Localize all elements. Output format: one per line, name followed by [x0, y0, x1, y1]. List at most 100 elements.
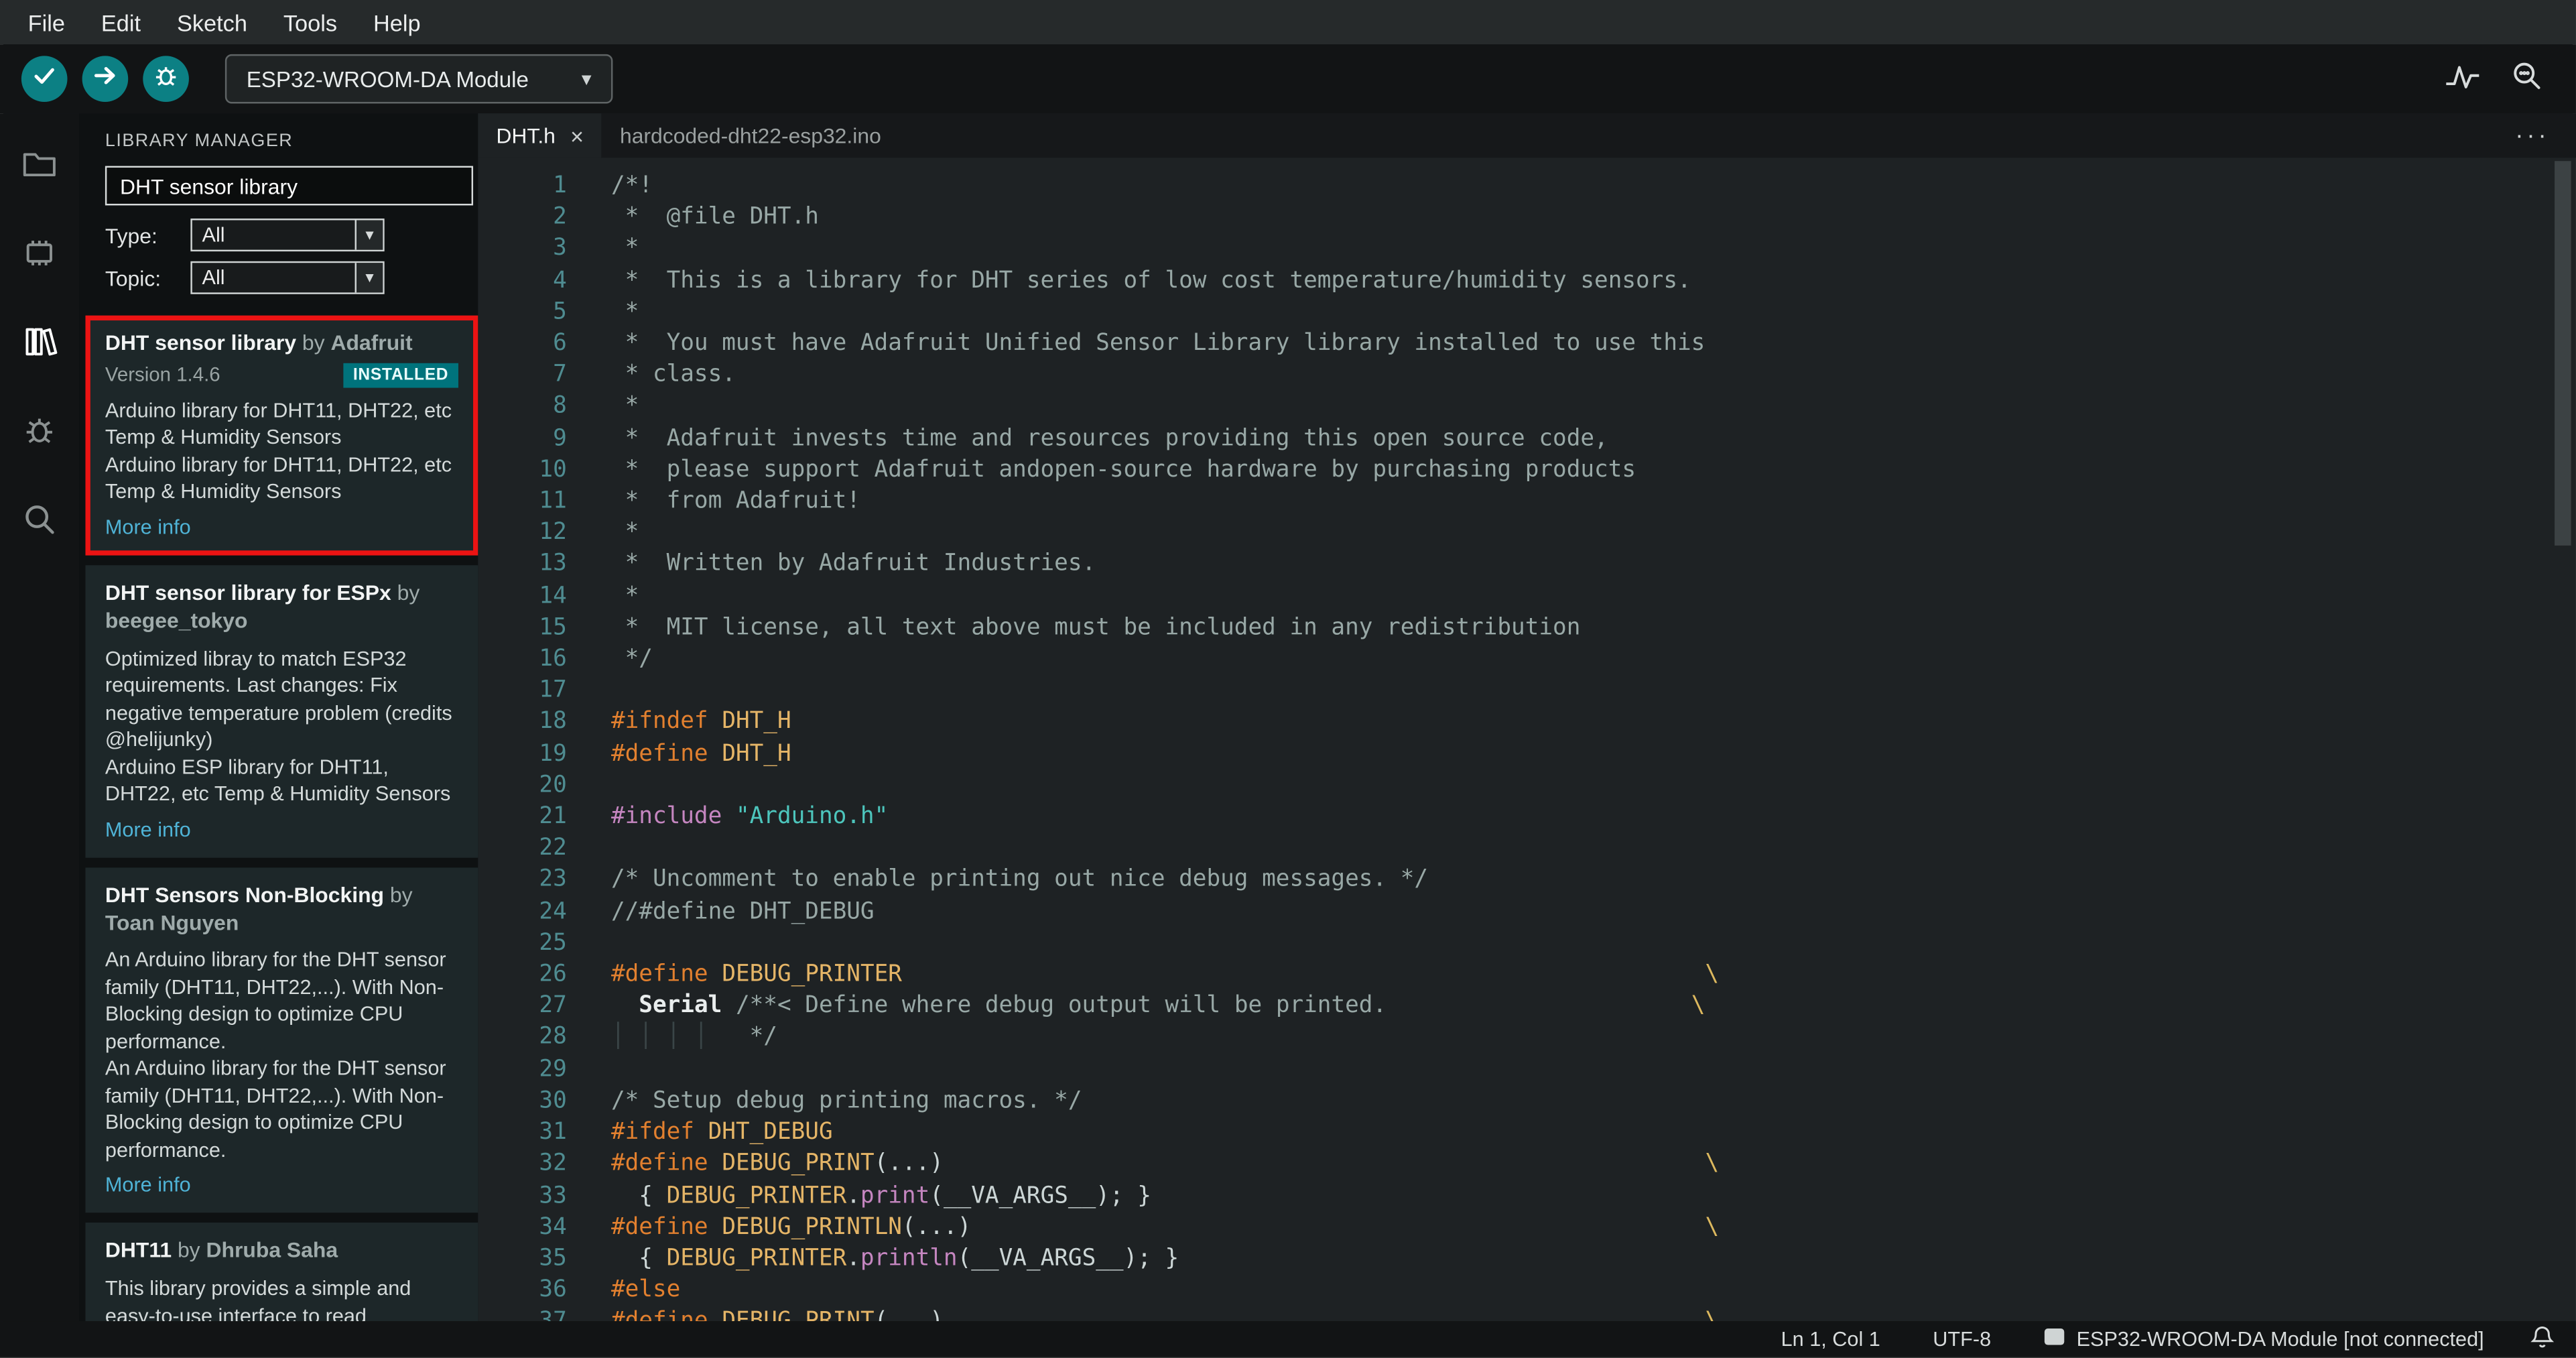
serial-monitor-button[interactable]	[2510, 58, 2543, 99]
code-token: * please support Adafruit andopen-source…	[610, 456, 1636, 483]
code-line[interactable]: 9 * Adafruit invests time and resources …	[478, 424, 2576, 455]
code-text: │ │ │ │ */	[567, 1023, 777, 1054]
board-status[interactable]: ESP32-WROOM-DA Module [not connected]	[2044, 1328, 2484, 1351]
code-line[interactable]: 15 * MIT license, all text above must be…	[478, 613, 2576, 644]
menu-item-sketch[interactable]: Sketch	[159, 3, 265, 42]
code-text: //#define DHT_DEBUG	[567, 897, 875, 928]
code-line[interactable]: 2 * @file DHT.h	[478, 202, 2576, 234]
code-text: *	[567, 234, 639, 265]
code-token: *	[610, 393, 639, 420]
code-token: .	[846, 1245, 860, 1272]
code-line[interactable]: 19 #define DHT_H	[478, 739, 2576, 770]
more-info-link[interactable]: More info	[105, 818, 458, 841]
serial-plotter-button[interactable]	[2445, 60, 2481, 97]
menu-item-edit[interactable]: Edit	[83, 3, 159, 42]
sidebar-item-library-manager[interactable]	[0, 301, 79, 389]
code-editor[interactable]: 1/*! 2 * @file DHT.h 3 * 4 * This is a libr…	[478, 158, 2576, 1321]
tab-hardcoded-dht22-esp32.ino[interactable]: hardcoded-dht22-esp32.ino	[602, 113, 899, 158]
code-token: DEBUG_PRINTER	[666, 1245, 847, 1272]
menu-item-tools[interactable]: Tools	[265, 3, 355, 42]
arrow-right-icon	[92, 62, 118, 96]
debug-button[interactable]	[143, 56, 189, 102]
filter-select-topic[interactable]: All ▾	[190, 261, 385, 294]
code-line[interactable]: 33 { DEBUG_PRINTER.print(__VA_ARGS__); }	[478, 1180, 2576, 1212]
library-item[interactable]: DHT sensor library by Adafruit Version 1.…	[85, 315, 478, 556]
code-line[interactable]: 32 #define DEBUG_PRINT(...) \	[478, 1149, 2576, 1180]
code-text: /* Setup debug printing macros. */	[567, 1086, 1082, 1117]
code-text: #define DHT_H	[567, 739, 791, 770]
library-description: This library provides a simple and easy-…	[105, 1277, 411, 1322]
check-icon	[31, 62, 58, 96]
code-token: DHT_H	[722, 708, 791, 735]
code-line[interactable]: 20	[478, 770, 2576, 802]
filter-value-type: All	[202, 223, 225, 247]
verify-button[interactable]	[21, 56, 68, 102]
line-number: 23	[539, 867, 567, 893]
sidebar-item-sketchbook[interactable]	[0, 123, 79, 212]
code-line[interactable]: 24 //#define DHT_DEBUG	[478, 897, 2576, 928]
code-line[interactable]: 13 * Written by Adafruit Industries.	[478, 550, 2576, 581]
code-token: * class.	[610, 361, 736, 389]
encoding-indicator[interactable]: UTF-8	[1933, 1328, 1991, 1351]
code-text: *	[567, 391, 639, 423]
code-line[interactable]: 3 *	[478, 234, 2576, 265]
line-number: 1	[553, 172, 567, 199]
panel-title: LIBRARY MANAGER	[105, 131, 294, 151]
code-line[interactable]: 6 * You must have Adafruit Unified Senso…	[478, 328, 2576, 360]
code-line[interactable]: 18 #ifndef DHT_H	[478, 707, 2576, 739]
code-token: *	[610, 235, 639, 262]
code-line[interactable]: 8 *	[478, 391, 2576, 423]
library-filters: Type: All ▾ Topic: All ▾	[79, 219, 478, 294]
code-line[interactable]: 10 * please support Adafruit andopen-sou…	[478, 455, 2576, 487]
code-line[interactable]: 35 { DEBUG_PRINTER.println(__VA_ARGS__);…	[478, 1244, 2576, 1276]
code-line[interactable]: 23 /* Uncomment to enable printing out ni…	[478, 865, 2576, 897]
code-line[interactable]: 29	[478, 1054, 2576, 1086]
code-line[interactable]: 31 #ifdef DHT_DEBUG	[478, 1117, 2576, 1149]
sidebar-item-boards-manager[interactable]	[0, 212, 79, 300]
library-item[interactable]: DHT sensor library for ESPx by beegee_to…	[85, 565, 478, 857]
code-line[interactable]: 5 *	[478, 297, 2576, 328]
notifications-bell-button[interactable]	[2530, 1324, 2555, 1354]
code-line[interactable]: 27 Serial /**< Define where debug output…	[478, 991, 2576, 1023]
filter-select-type[interactable]: All ▾	[190, 219, 385, 252]
cursor-position[interactable]: Ln 1, Col 1	[1781, 1328, 1880, 1351]
code-line[interactable]: 30 /* Setup debug printing macros. */	[478, 1086, 2576, 1117]
code-line[interactable]: 1 /*!	[478, 171, 2576, 202]
library-search-input[interactable]	[105, 166, 474, 206]
more-info-link[interactable]: More info	[105, 516, 458, 539]
menu-item-file[interactable]: File	[10, 3, 83, 42]
code-line[interactable]: 12 *	[478, 518, 2576, 550]
code-line[interactable]: 28 │ │ │ │ */	[478, 1023, 2576, 1054]
line-number: 5	[553, 298, 567, 325]
tab-dht.h[interactable]: DHT.h ×	[478, 113, 602, 158]
code-line[interactable]: 36 #else	[478, 1276, 2576, 1307]
more-info-link[interactable]: More info	[105, 1174, 458, 1196]
code-line[interactable]: 16 */	[478, 644, 2576, 676]
code-line[interactable]: 14 *	[478, 581, 2576, 613]
code-line[interactable]: 11 * from Adafruit!	[478, 487, 2576, 518]
code-line[interactable]: 34 #define DEBUG_PRINTLN(...) \	[478, 1212, 2576, 1243]
sidebar-item-search[interactable]	[0, 478, 79, 566]
sidebar-item-debug[interactable]	[0, 389, 79, 478]
code-line[interactable]: 22	[478, 834, 2576, 865]
chevron-down-icon: ▾	[581, 67, 592, 90]
code-text: #define DEBUG_PRINTLN(...) \	[567, 1212, 1719, 1243]
board-selector[interactable]: ESP32-WROOM-DA Module ▾	[224, 54, 613, 104]
menu-item-help[interactable]: Help	[355, 3, 439, 42]
upload-button[interactable]	[82, 56, 129, 102]
code-line[interactable]: 21 #include "Arduino.h"	[478, 802, 2576, 833]
code-line[interactable]: 7 * class.	[478, 360, 2576, 391]
library-item[interactable]: DHT11 by Dhruba Saha This library provide…	[85, 1223, 478, 1322]
library-item[interactable]: DHT Sensors Non-Blocking by Toan Nguyen A…	[85, 867, 478, 1214]
code-line[interactable]: 37#define DEBUG_PRINT(...) \	[478, 1307, 2576, 1321]
editor-more-actions-button[interactable]: ···	[2489, 113, 2576, 158]
code-line[interactable]: 4 * This is a library for DHT series of …	[478, 265, 2576, 297]
close-icon[interactable]: ×	[570, 123, 584, 149]
code-line[interactable]: 25	[478, 928, 2576, 960]
code-line[interactable]: 26 #define DEBUG_PRINTER \	[478, 960, 2576, 991]
editor-scrollbar-thumb[interactable]	[2555, 161, 2571, 546]
code-line[interactable]: 17	[478, 676, 2576, 707]
